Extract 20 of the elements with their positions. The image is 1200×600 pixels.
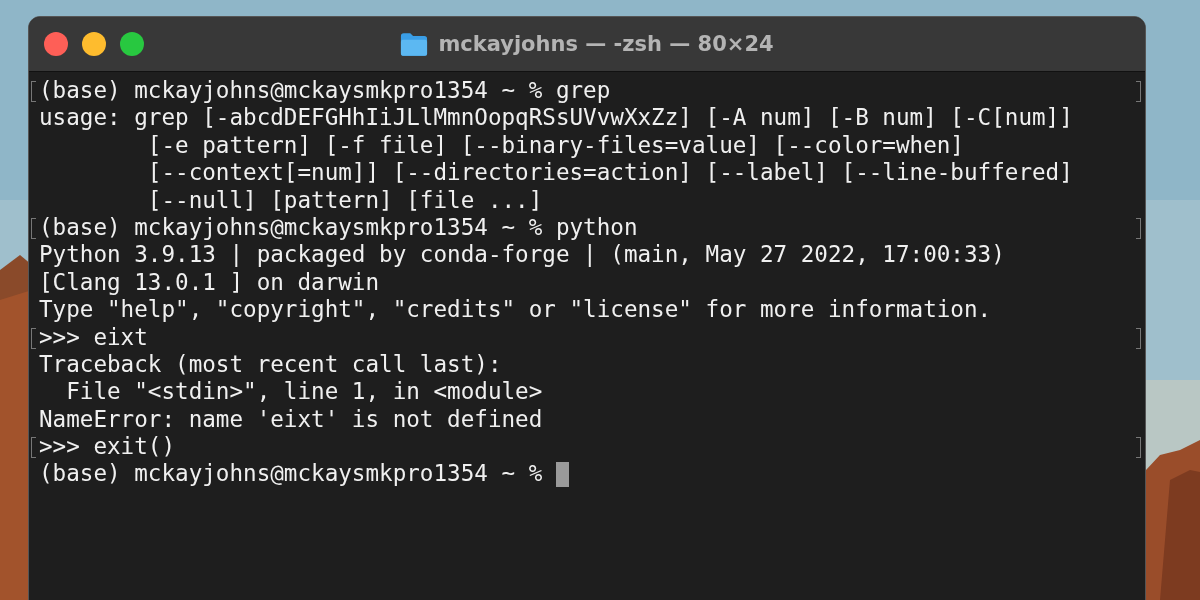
terminal-line: [Clang 13.0.1 ] on darwin xyxy=(39,268,380,297)
terminal-line: (base) mckayjohns@mckaysmkpro1354 ~ % xyxy=(39,460,544,488)
terminal-line: Python 3.9.13 | packaged by conda-forge | (main, May 27 2022, 17:00:33) xyxy=(39,241,1005,269)
terminal-line: [--null] [pattern] [file ...] xyxy=(146,186,543,214)
terminal-line: NameError: name 'eixt' is not defined xyxy=(39,405,543,434)
folder-icon xyxy=(400,31,429,57)
zoom-button[interactable] xyxy=(120,32,144,56)
terminal-line: usage: grep [-abcdDEFGHhIiJLlMmnOopqRSsUVvwXxZz] [-A num] [-B num] [-C[num]] xyxy=(39,104,1073,132)
minimize-button[interactable] xyxy=(82,32,106,56)
terminal-line: (base) mckayjohns@mckaysmkpro1354 ~ % grep xyxy=(39,77,611,105)
terminal-line: >>> eixt xyxy=(39,323,148,351)
terminal-line: [-e pattern] [-f file] [--binary-files=value] [--color=when] xyxy=(146,131,964,160)
close-button[interactable] xyxy=(44,32,68,56)
terminal-line: [--context[=num]] [--directories=action] [--label] [--line-buffered] xyxy=(146,159,1073,187)
terminal-line: >>> exit() xyxy=(39,433,176,461)
terminal-line: File "<stdin>", line 1, in <module> xyxy=(65,378,543,406)
terminal-line: Traceback (most recent call last): xyxy=(39,350,502,379)
terminal-line: Type "help", "copyright", "credits" or "license" for more information. xyxy=(39,296,992,324)
terminal-line: (base) mckayjohns@mckaysmkpro1354 ~ % python xyxy=(39,213,638,242)
window-title: mckayjohns — -zsh — 80×24 xyxy=(438,32,774,56)
